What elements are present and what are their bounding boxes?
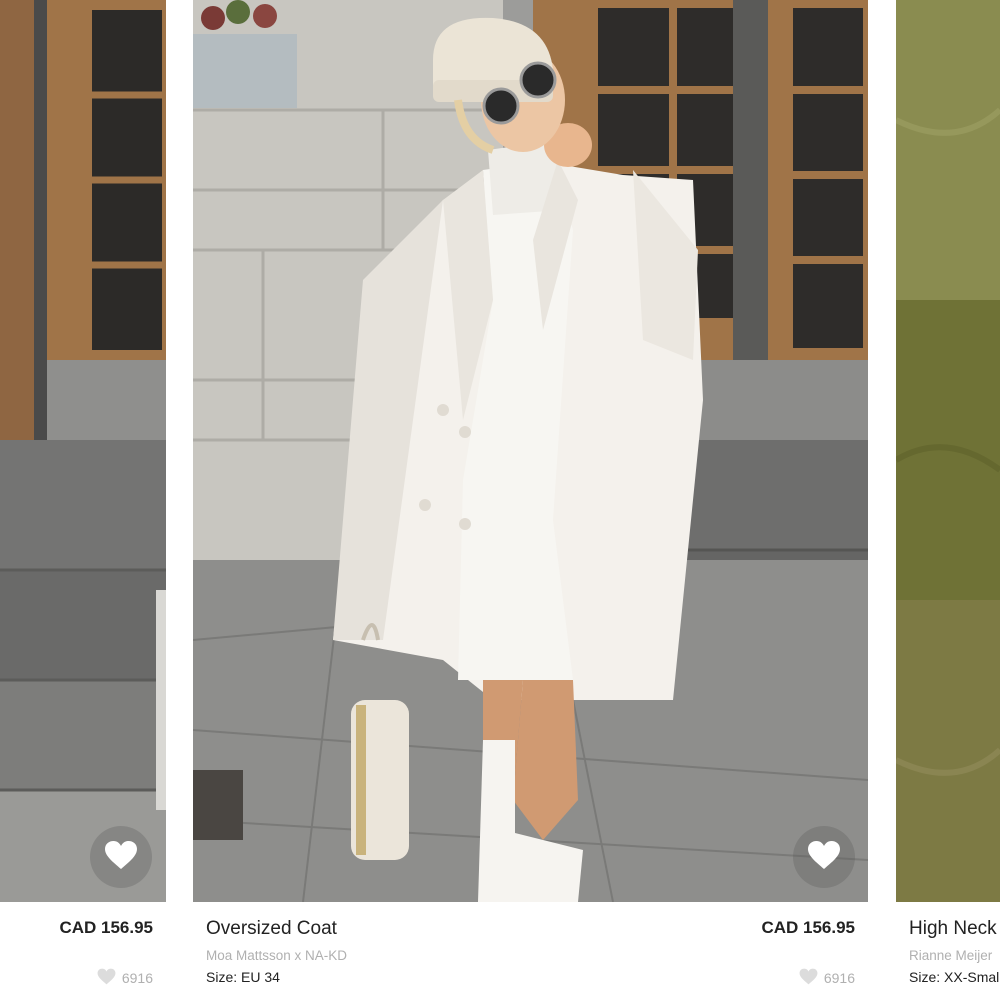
- product-photo-previous: [0, 0, 166, 902]
- product-photo-oversized-coat: [193, 0, 868, 902]
- product-size: Size: XX-Small: [909, 969, 1000, 985]
- product-title[interactable]: High Neck: [909, 918, 997, 940]
- product-card-previous[interactable]: CAD 156.95 6916: [0, 0, 166, 1000]
- product-image-previous[interactable]: [0, 0, 166, 902]
- product-image-oversized-coat[interactable]: [193, 0, 868, 902]
- heart-outline-icon: [97, 968, 116, 988]
- product-price: CAD 156.95: [761, 918, 855, 937]
- heart-icon: [807, 840, 841, 875]
- like-count-value: 6916: [823, 970, 855, 986]
- favorite-button-oversized-coat[interactable]: [793, 826, 855, 888]
- product-info-oversized-coat: Oversized Coat Moa Mattsson x NA-KD Size…: [193, 902, 868, 1000]
- favorite-button-previous[interactable]: [90, 826, 152, 888]
- like-count-value: 6916: [121, 970, 153, 986]
- product-card-oversized-coat[interactable]: Oversized Coat Moa Mattsson x NA-KD Size…: [193, 0, 868, 1000]
- heart-icon: [104, 840, 138, 875]
- product-info-next: High Neck Rianne Meijer Size: XX-Small: [896, 902, 1000, 1000]
- product-carousel[interactable]: CAD 156.95 6916 Oversized Coat Moa Matts…: [0, 0, 1000, 1000]
- product-size: Size: EU 34: [206, 969, 280, 985]
- product-price: CAD 156.95: [59, 918, 153, 937]
- product-brand[interactable]: Rianne Meijer: [909, 948, 992, 963]
- product-brand[interactable]: Moa Mattsson x NA-KD: [206, 948, 347, 963]
- product-image-next[interactable]: [896, 0, 1000, 902]
- like-count: 6916: [97, 968, 153, 988]
- product-title[interactable]: Oversized Coat: [206, 918, 337, 940]
- like-count: 6916: [799, 968, 855, 988]
- product-card-next[interactable]: High Neck Rianne Meijer Size: XX-Small: [896, 0, 1000, 1000]
- product-info-previous: CAD 156.95 6916: [0, 902, 166, 1000]
- heart-outline-icon: [799, 968, 818, 988]
- product-photo-next: [896, 0, 1000, 902]
